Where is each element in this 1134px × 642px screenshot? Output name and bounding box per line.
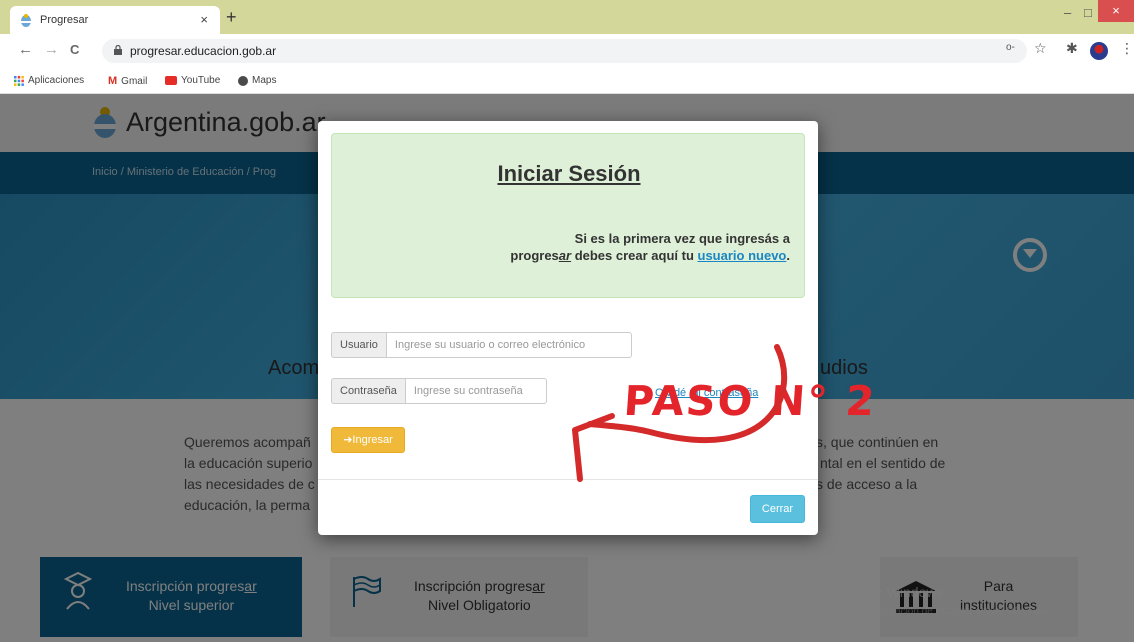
youtube-icon [165, 76, 177, 85]
argentina-shield-icon [21, 14, 31, 27]
minimize-button[interactable]: – [1064, 5, 1071, 20]
window-close-button[interactable]: × [1098, 0, 1134, 22]
bookmark-maps[interactable]: Maps [238, 75, 276, 86]
back-arrow-icon[interactable]: ← [18, 41, 33, 58]
address-bar[interactable]: progresar.educacion.gob.ar [102, 39, 1027, 63]
maps-icon [238, 75, 248, 86]
forward-arrow-icon[interactable]: → [44, 41, 59, 58]
extensions-icon[interactable]: ✱ [1066, 40, 1078, 57]
bookmark-youtube[interactable]: YouTube [165, 75, 220, 86]
web-page: Argentina.gob.ar Inicio / Ministerio de … [0, 94, 1134, 642]
close-tab-icon[interactable]: × [200, 12, 208, 27]
menu-icon[interactable]: ⋮ [1120, 40, 1134, 57]
profile-avatar[interactable] [1090, 42, 1108, 60]
bookmark-gmail[interactable]: M Gmail [108, 75, 147, 87]
url-text: progresar.educacion.gob.ar [130, 44, 277, 58]
tab-title: Progresar [40, 14, 89, 26]
bookmark-label: Gmail [121, 75, 148, 87]
maximize-button[interactable]: □ [1084, 5, 1092, 20]
gmail-icon: M [108, 75, 118, 87]
bookmark-label: YouTube [181, 75, 221, 86]
key-icon[interactable]: o- [1006, 42, 1015, 53]
lock-icon [114, 45, 122, 55]
bookmark-label: Aplicaciones [28, 75, 85, 86]
apps-grid-icon [14, 75, 24, 86]
star-icon[interactable]: ☆ [1034, 40, 1047, 57]
new-tab-button[interactable]: + [226, 7, 237, 28]
browser-tab[interactable]: Progresar × [10, 6, 220, 34]
bookmark-apps[interactable]: Aplicaciones [14, 75, 84, 86]
bookmark-label: Maps [252, 75, 277, 86]
annotation-arrow-icon [572, 344, 788, 482]
reload-icon[interactable]: C [70, 42, 79, 57]
browser-toolbar: ← → C progresar.educacion.gob.ar o- ☆ ✱ … [0, 34, 1134, 68]
bookmarks-bar: Aplicaciones M Gmail YouTube Maps [0, 68, 1134, 94]
browser-tab-strip: Progresar × + – □ × [0, 0, 1134, 34]
